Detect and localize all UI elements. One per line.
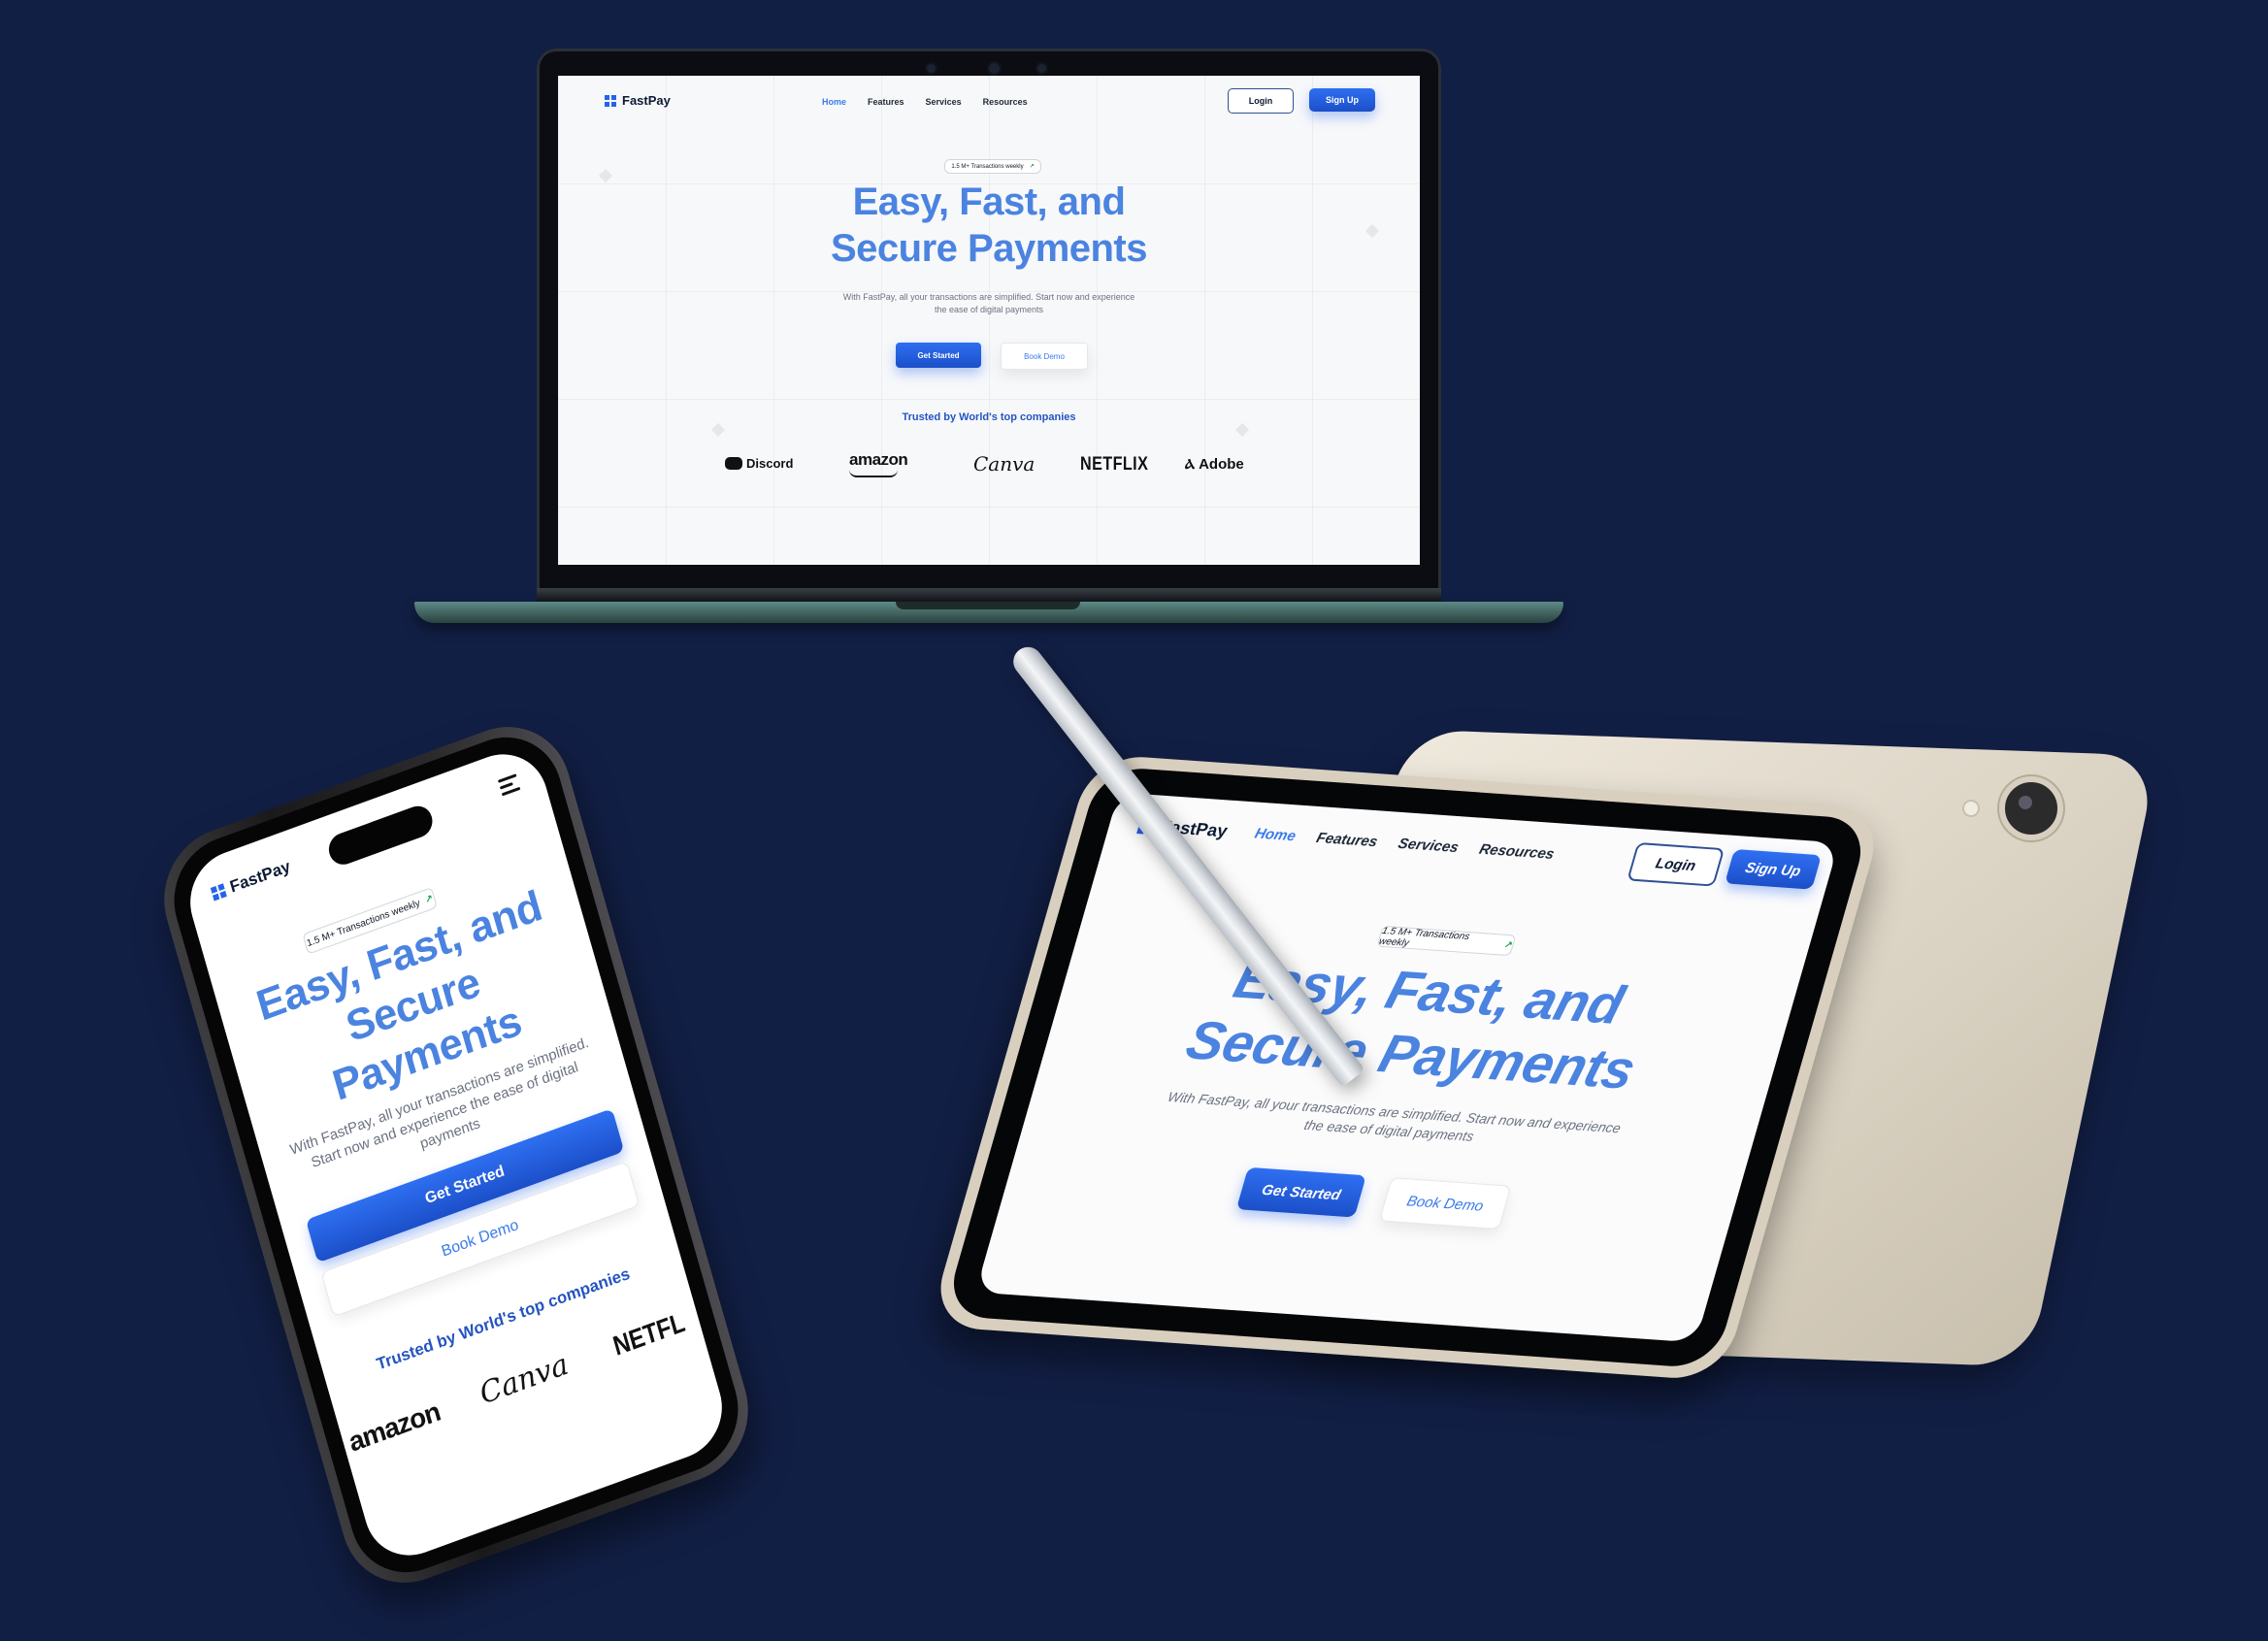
tablet-bezel: FastPay Home Features Services Resources… [942, 766, 1872, 1369]
phone-screen: FastPay 1.5 M+ Transactions weekly ↗ Eas… [179, 740, 734, 1569]
trusted-title: Trusted by World's top companies [902, 411, 1076, 423]
logo-discord: Discord [725, 456, 793, 471]
hero-headline: Easy, Fast, and Secure Payments [558, 179, 1420, 272]
phone-logo-text: FastPay [227, 856, 293, 897]
logo-netflix: NETFLIX [1080, 454, 1149, 475]
login-button[interactable]: Login [1228, 88, 1294, 114]
laptop-device: FastPay Home Features Services Resources… [537, 49, 1441, 604]
phone-logo[interactable]: FastPay [210, 857, 293, 903]
nav-resources[interactable]: Resources [983, 97, 1028, 107]
book-demo-button[interactable]: Book Demo [1001, 343, 1088, 370]
menu-icon[interactable] [497, 770, 522, 800]
logo-grid-icon [605, 94, 616, 107]
tablet-hero-headline: Easy, Fast, and Secure Payments [1041, 935, 1797, 1112]
tablet-login-button[interactable]: Login [1627, 842, 1726, 887]
laptop-camera-icon [989, 63, 1000, 74]
tablet-device: FastPay Home Features Services Resources… [928, 753, 1887, 1382]
decor-diamond [1234, 422, 1250, 438]
get-started-button[interactable]: Get Started [896, 343, 981, 368]
logo-adobe: Ⲁ Adobe [1185, 456, 1244, 473]
phone-logo-netflix: NETFL [609, 1306, 688, 1362]
adobe-icon: Ⲁ [1185, 456, 1196, 472]
headline-line-1: Easy, Fast, and [852, 181, 1126, 223]
logo-canva: Canva [973, 452, 1035, 476]
transactions-badge: 1.5 M+ Transactions weekly ↗ [944, 159, 1041, 174]
tablet-transactions-badge: 1.5 M+ Transactions weekly ↗ [1376, 925, 1517, 957]
dynamic-island [325, 802, 437, 870]
logo-adobe-text: Adobe [1199, 456, 1244, 473]
badge-text: 1.5 M+ Transactions weekly [951, 163, 1024, 170]
phone-logo-amazon: amazon [345, 1395, 444, 1458]
signup-button[interactable]: Sign Up [1309, 88, 1375, 112]
decor-diamond [710, 422, 726, 438]
phone-bezel: FastPay 1.5 M+ Transactions weekly ↗ Eas… [159, 720, 753, 1590]
phone-logo-canva: Canva [476, 1347, 573, 1412]
amazon-smile-icon [849, 470, 898, 477]
nav-features[interactable]: Features [868, 97, 904, 107]
tablet-signup-button[interactable]: Sign Up [1725, 848, 1823, 890]
site-logo-text: FastPay [622, 93, 671, 108]
laptop-hinge [537, 588, 1441, 602]
badge-text: 1.5 M+ Transactions weekly [1377, 925, 1471, 949]
tablet-camera-icon [1999, 776, 2063, 840]
nav-services[interactable]: Services [926, 97, 962, 107]
logo-discord-text: Discord [746, 456, 794, 471]
discord-icon [725, 457, 742, 470]
laptop-notch [896, 602, 1080, 609]
nav-services[interactable]: Services [1397, 836, 1461, 856]
nav-resources[interactable]: Resources [1477, 841, 1556, 863]
subtitle-line-1: With FastPay, all your transactions are … [842, 292, 1135, 302]
logo-amazon: amazon [849, 450, 908, 469]
hero-subtitle: With FastPay, all your transactions are … [558, 291, 1420, 316]
trend-up-icon: ↗ [1502, 939, 1514, 951]
tablet-nav: Home Features Services Resources [1253, 826, 1557, 863]
nav-home[interactable]: Home [822, 97, 846, 107]
laptop-sensor [927, 64, 936, 73]
logo-grid-icon [210, 883, 227, 902]
tablet-book-demo-button[interactable]: Book Demo [1378, 1177, 1512, 1231]
tablet-flash-icon [1964, 802, 1978, 815]
headline-line-2: Secure Payments [830, 227, 1148, 270]
tablet-get-started-button[interactable]: Get Started [1235, 1166, 1366, 1218]
main-nav: Home Features Services Resources [822, 97, 1028, 107]
subtitle-line-2: the ease of digital payments [934, 305, 1044, 314]
trend-up-icon: ↗ [1029, 164, 1035, 170]
laptop-sensor-right [1037, 64, 1046, 73]
nav-features[interactable]: Features [1314, 830, 1379, 850]
site-logo[interactable]: FastPay [605, 93, 671, 108]
tablet-screen: FastPay Home Features Services Resources… [975, 792, 1839, 1343]
nav-home[interactable]: Home [1253, 826, 1298, 845]
laptop-screen: FastPay Home Features Services Resources… [558, 76, 1420, 565]
trend-up-icon: ↗ [423, 892, 435, 906]
phone-device: FastPay 1.5 M+ Transactions weekly ↗ Eas… [148, 707, 765, 1602]
